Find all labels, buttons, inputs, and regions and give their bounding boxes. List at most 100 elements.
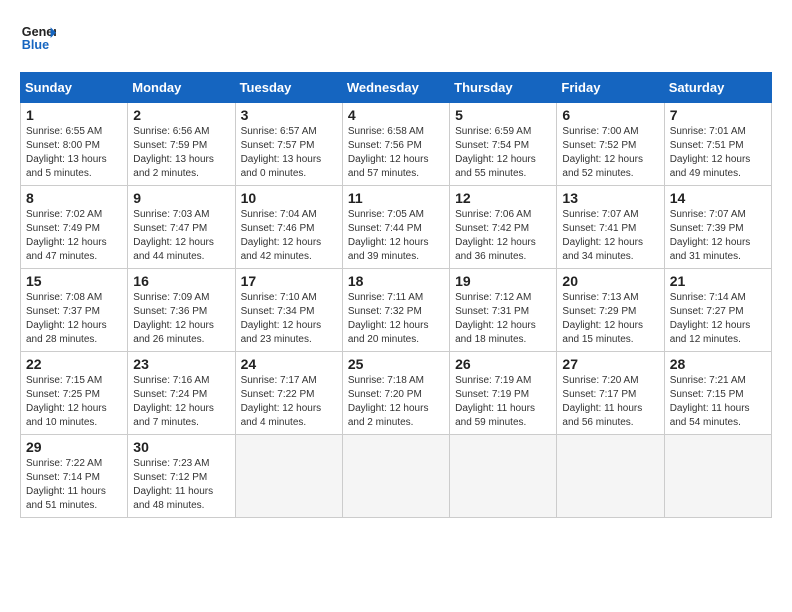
calendar-cell xyxy=(235,435,342,518)
day-number: 8 xyxy=(26,190,122,206)
day-info: Sunrise: 7:16 AM Sunset: 7:24 PM Dayligh… xyxy=(133,374,229,430)
day-number: 25 xyxy=(348,356,444,372)
day-info: Sunrise: 7:02 AM Sunset: 7:49 PM Dayligh… xyxy=(26,208,122,264)
day-number: 6 xyxy=(562,107,658,123)
day-info: Sunrise: 7:08 AM Sunset: 7:37 PM Dayligh… xyxy=(26,291,122,347)
calendar-cell: 26 Sunrise: 7:19 AM Sunset: 7:19 PM Dayl… xyxy=(450,352,557,435)
day-number: 17 xyxy=(241,273,337,289)
day-number: 4 xyxy=(348,107,444,123)
calendar-cell: 11 Sunrise: 7:05 AM Sunset: 7:44 PM Dayl… xyxy=(342,186,449,269)
day-header: Friday xyxy=(557,73,664,103)
calendar-cell xyxy=(557,435,664,518)
day-number: 22 xyxy=(26,356,122,372)
calendar-cell: 13 Sunrise: 7:07 AM Sunset: 7:41 PM Dayl… xyxy=(557,186,664,269)
day-number: 9 xyxy=(133,190,229,206)
day-header: Thursday xyxy=(450,73,557,103)
calendar-cell: 28 Sunrise: 7:21 AM Sunset: 7:15 PM Dayl… xyxy=(664,352,771,435)
day-number: 1 xyxy=(26,107,122,123)
day-number: 16 xyxy=(133,273,229,289)
calendar-cell: 12 Sunrise: 7:06 AM Sunset: 7:42 PM Dayl… xyxy=(450,186,557,269)
calendar-cell: 4 Sunrise: 6:58 AM Sunset: 7:56 PM Dayli… xyxy=(342,103,449,186)
calendar-cell: 17 Sunrise: 7:10 AM Sunset: 7:34 PM Dayl… xyxy=(235,269,342,352)
day-info: Sunrise: 7:22 AM Sunset: 7:14 PM Dayligh… xyxy=(26,457,122,513)
day-header: Wednesday xyxy=(342,73,449,103)
calendar-cell: 23 Sunrise: 7:16 AM Sunset: 7:24 PM Dayl… xyxy=(128,352,235,435)
calendar-cell: 29 Sunrise: 7:22 AM Sunset: 7:14 PM Dayl… xyxy=(21,435,128,518)
day-info: Sunrise: 7:11 AM Sunset: 7:32 PM Dayligh… xyxy=(348,291,444,347)
calendar-cell: 10 Sunrise: 7:04 AM Sunset: 7:46 PM Dayl… xyxy=(235,186,342,269)
calendar-cell: 24 Sunrise: 7:17 AM Sunset: 7:22 PM Dayl… xyxy=(235,352,342,435)
day-number: 24 xyxy=(241,356,337,372)
calendar-table: SundayMondayTuesdayWednesdayThursdayFrid… xyxy=(20,72,772,518)
day-info: Sunrise: 6:58 AM Sunset: 7:56 PM Dayligh… xyxy=(348,125,444,181)
day-info: Sunrise: 6:57 AM Sunset: 7:57 PM Dayligh… xyxy=(241,125,337,181)
day-info: Sunrise: 7:00 AM Sunset: 7:52 PM Dayligh… xyxy=(562,125,658,181)
calendar-cell: 30 Sunrise: 7:23 AM Sunset: 7:12 PM Dayl… xyxy=(128,435,235,518)
calendar-cell: 3 Sunrise: 6:57 AM Sunset: 7:57 PM Dayli… xyxy=(235,103,342,186)
day-info: Sunrise: 6:55 AM Sunset: 8:00 PM Dayligh… xyxy=(26,125,122,181)
day-number: 28 xyxy=(670,356,766,372)
calendar-cell: 7 Sunrise: 7:01 AM Sunset: 7:51 PM Dayli… xyxy=(664,103,771,186)
day-info: Sunrise: 7:09 AM Sunset: 7:36 PM Dayligh… xyxy=(133,291,229,347)
day-info: Sunrise: 6:59 AM Sunset: 7:54 PM Dayligh… xyxy=(455,125,551,181)
calendar-cell: 6 Sunrise: 7:00 AM Sunset: 7:52 PM Dayli… xyxy=(557,103,664,186)
day-header: Tuesday xyxy=(235,73,342,103)
calendar-cell: 2 Sunrise: 6:56 AM Sunset: 7:59 PM Dayli… xyxy=(128,103,235,186)
day-info: Sunrise: 6:56 AM Sunset: 7:59 PM Dayligh… xyxy=(133,125,229,181)
day-info: Sunrise: 7:10 AM Sunset: 7:34 PM Dayligh… xyxy=(241,291,337,347)
day-number: 3 xyxy=(241,107,337,123)
calendar-cell: 14 Sunrise: 7:07 AM Sunset: 7:39 PM Dayl… xyxy=(664,186,771,269)
day-number: 2 xyxy=(133,107,229,123)
calendar-cell: 25 Sunrise: 7:18 AM Sunset: 7:20 PM Dayl… xyxy=(342,352,449,435)
calendar-cell: 16 Sunrise: 7:09 AM Sunset: 7:36 PM Dayl… xyxy=(128,269,235,352)
day-number: 15 xyxy=(26,273,122,289)
day-info: Sunrise: 7:13 AM Sunset: 7:29 PM Dayligh… xyxy=(562,291,658,347)
day-number: 5 xyxy=(455,107,551,123)
day-info: Sunrise: 7:05 AM Sunset: 7:44 PM Dayligh… xyxy=(348,208,444,264)
calendar-cell: 1 Sunrise: 6:55 AM Sunset: 8:00 PM Dayli… xyxy=(21,103,128,186)
calendar-cell xyxy=(450,435,557,518)
calendar-cell: 8 Sunrise: 7:02 AM Sunset: 7:49 PM Dayli… xyxy=(21,186,128,269)
day-number: 18 xyxy=(348,273,444,289)
day-number: 12 xyxy=(455,190,551,206)
logo: General Blue xyxy=(20,20,56,56)
day-info: Sunrise: 7:20 AM Sunset: 7:17 PM Dayligh… xyxy=(562,374,658,430)
day-number: 7 xyxy=(670,107,766,123)
day-number: 10 xyxy=(241,190,337,206)
calendar-cell: 22 Sunrise: 7:15 AM Sunset: 7:25 PM Dayl… xyxy=(21,352,128,435)
header: General Blue xyxy=(20,20,772,56)
day-info: Sunrise: 7:15 AM Sunset: 7:25 PM Dayligh… xyxy=(26,374,122,430)
day-number: 29 xyxy=(26,439,122,455)
day-info: Sunrise: 7:04 AM Sunset: 7:46 PM Dayligh… xyxy=(241,208,337,264)
day-info: Sunrise: 7:19 AM Sunset: 7:19 PM Dayligh… xyxy=(455,374,551,430)
calendar-cell: 15 Sunrise: 7:08 AM Sunset: 7:37 PM Dayl… xyxy=(21,269,128,352)
day-info: Sunrise: 7:07 AM Sunset: 7:41 PM Dayligh… xyxy=(562,208,658,264)
day-info: Sunrise: 7:17 AM Sunset: 7:22 PM Dayligh… xyxy=(241,374,337,430)
day-number: 26 xyxy=(455,356,551,372)
day-number: 21 xyxy=(670,273,766,289)
calendar-cell xyxy=(342,435,449,518)
day-number: 30 xyxy=(133,439,229,455)
calendar-cell: 21 Sunrise: 7:14 AM Sunset: 7:27 PM Dayl… xyxy=(664,269,771,352)
day-number: 11 xyxy=(348,190,444,206)
day-info: Sunrise: 7:12 AM Sunset: 7:31 PM Dayligh… xyxy=(455,291,551,347)
calendar-cell: 18 Sunrise: 7:11 AM Sunset: 7:32 PM Dayl… xyxy=(342,269,449,352)
day-number: 19 xyxy=(455,273,551,289)
calendar-cell: 20 Sunrise: 7:13 AM Sunset: 7:29 PM Dayl… xyxy=(557,269,664,352)
day-info: Sunrise: 7:03 AM Sunset: 7:47 PM Dayligh… xyxy=(133,208,229,264)
day-number: 27 xyxy=(562,356,658,372)
logo-icon: General Blue xyxy=(20,20,56,56)
day-number: 13 xyxy=(562,190,658,206)
day-header: Saturday xyxy=(664,73,771,103)
day-number: 14 xyxy=(670,190,766,206)
day-info: Sunrise: 7:23 AM Sunset: 7:12 PM Dayligh… xyxy=(133,457,229,513)
day-header: Sunday xyxy=(21,73,128,103)
day-number: 20 xyxy=(562,273,658,289)
calendar-cell: 19 Sunrise: 7:12 AM Sunset: 7:31 PM Dayl… xyxy=(450,269,557,352)
calendar-cell: 9 Sunrise: 7:03 AM Sunset: 7:47 PM Dayli… xyxy=(128,186,235,269)
day-header: Monday xyxy=(128,73,235,103)
day-number: 23 xyxy=(133,356,229,372)
calendar-cell xyxy=(664,435,771,518)
day-info: Sunrise: 7:01 AM Sunset: 7:51 PM Dayligh… xyxy=(670,125,766,181)
day-info: Sunrise: 7:14 AM Sunset: 7:27 PM Dayligh… xyxy=(670,291,766,347)
